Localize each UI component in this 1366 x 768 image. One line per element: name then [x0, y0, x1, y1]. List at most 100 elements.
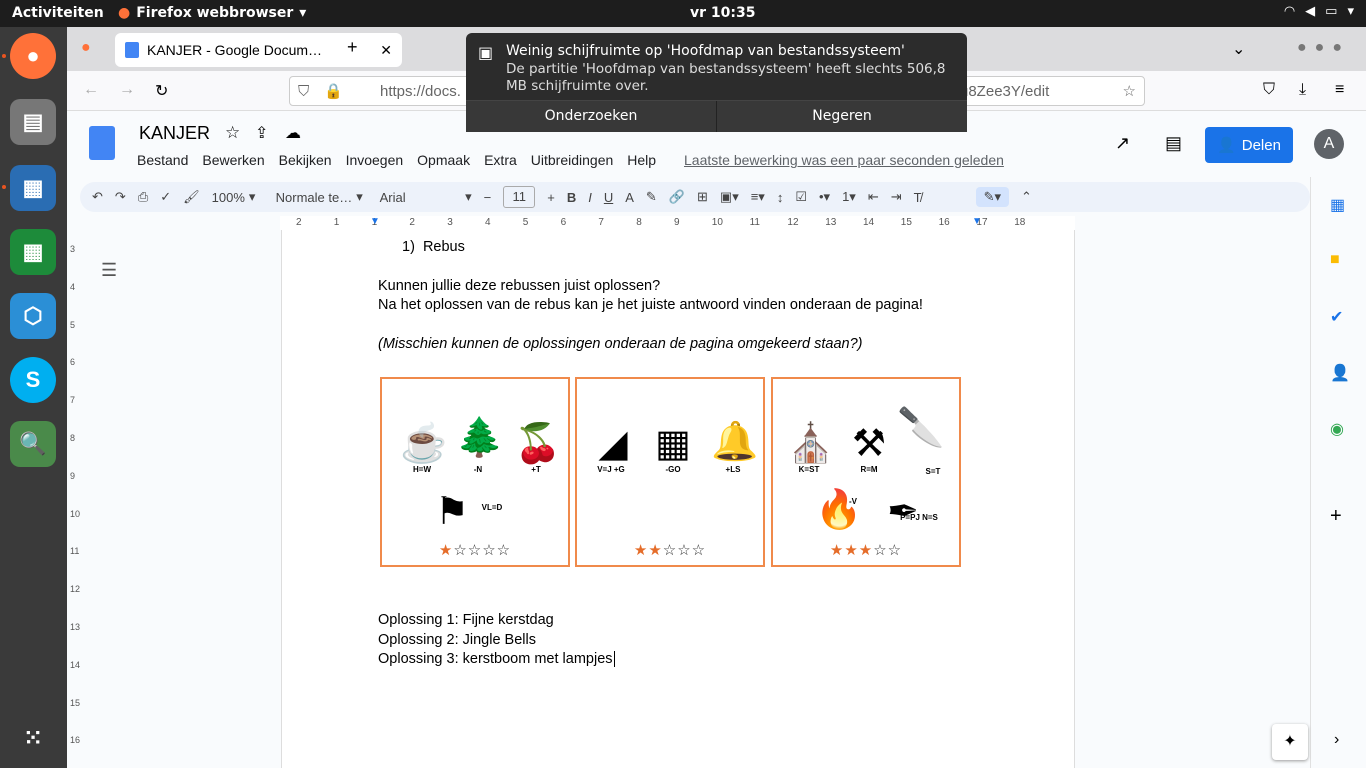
bookmark-star-icon[interactable]: ☆: [1123, 82, 1136, 100]
tasks-icon[interactable]: ✔: [1330, 307, 1343, 327]
investigate-button[interactable]: Onderzoeken: [466, 101, 717, 132]
menu-tools[interactable]: Extra: [484, 152, 517, 168]
difficulty-rating: ★★★☆☆: [773, 541, 959, 559]
menu-view[interactable]: Bekijken: [279, 152, 332, 168]
activities-button[interactable]: Activiteiten: [12, 5, 104, 21]
calc-dock-icon[interactable]: ▦: [10, 229, 56, 275]
formatting-toolbar: ↶ ↷ ⎙ ✓ 🖌 100% ▾ Normale te… ▾ Arial ▾ − 11…: [80, 182, 1310, 212]
move-icon[interactable]: ⇪: [255, 123, 268, 143]
outline-icon[interactable]: ☰: [101, 260, 117, 281]
downloads-icon[interactable]: ⤓: [1299, 81, 1306, 99]
right-indent-marker[interactable]: ▼: [972, 216, 982, 227]
underline-icon[interactable]: U: [604, 190, 613, 205]
increase-indent-icon[interactable]: ⇥: [891, 189, 902, 205]
star-filled-icon: ★: [858, 542, 874, 559]
add-addon-icon[interactable]: +: [1330, 505, 1342, 528]
skype-dock-icon[interactable]: S: [10, 357, 56, 403]
app-dock-icon[interactable]: ⬡: [10, 293, 56, 339]
close-icon[interactable]: ✕: [380, 42, 392, 59]
vertical-ruler[interactable]: 3 4 5 6 7 8 9 10 11 12 13 14 15 16: [67, 230, 82, 768]
impress-dock-icon[interactable]: ▦: [10, 165, 56, 211]
last-edit-link[interactable]: Laatste bewerking was een paar seconden …: [684, 152, 1004, 168]
ignore-button[interactable]: Negeren: [717, 101, 967, 132]
editing-mode-icon[interactable]: ✎▾: [975, 187, 1010, 207]
decrease-size-icon[interactable]: −: [484, 190, 492, 205]
share-button[interactable]: 👤 Delen: [1205, 127, 1293, 163]
undo-icon[interactable]: ↶: [92, 189, 103, 205]
tab-kanjer[interactable]: KANJER - Google Docum… ✕: [115, 33, 402, 67]
doc-title[interactable]: KANJER: [139, 123, 210, 144]
low-disk-notification[interactable]: ▣ Weinig schijfruimte op 'Hoofdmap van b…: [466, 33, 967, 132]
numbered-list-icon[interactable]: 1▾: [842, 189, 856, 205]
zoom-select[interactable]: 100% ▾: [212, 189, 264, 205]
maps-icon[interactable]: ◉: [1330, 419, 1344, 439]
list-item: 1) Rebus: [402, 239, 465, 255]
bold-icon[interactable]: B: [567, 190, 576, 205]
star-filled-icon: ★: [438, 542, 454, 559]
font-select[interactable]: Arial ▾: [380, 189, 472, 205]
chevron-up-icon[interactable]: ⌃: [1021, 189, 1032, 205]
highlight-icon[interactable]: ✎: [646, 189, 657, 205]
comment-icon[interactable]: ⊞: [697, 189, 708, 205]
window-controls[interactable]: ●●●: [1297, 39, 1350, 57]
redo-icon[interactable]: ↷: [115, 189, 126, 205]
font-size-field[interactable]: 11: [503, 186, 536, 208]
decrease-indent-icon[interactable]: ⇤: [868, 189, 879, 205]
clear-formatting-icon[interactable]: T̸: [914, 190, 922, 205]
print-icon[interactable]: ⎙: [138, 189, 148, 205]
keep-icon[interactable]: ■: [1330, 251, 1340, 269]
paint-format-icon[interactable]: 🖌: [183, 189, 200, 205]
star-filled-icon: ★: [829, 542, 845, 559]
italic-icon[interactable]: I: [588, 190, 592, 205]
menu-insert[interactable]: Invoegen: [346, 152, 404, 168]
menu-help[interactable]: Help: [627, 152, 656, 168]
list-tabs-icon[interactable]: ⌄: [1232, 39, 1245, 59]
app-menu[interactable]: ● Firefox webbrowser ▾: [118, 5, 306, 21]
line-spacing-icon[interactable]: ↕: [777, 190, 784, 205]
menu-format[interactable]: Opmaak: [417, 152, 470, 168]
menu-file[interactable]: Bestand: [137, 152, 188, 168]
forward-icon[interactable]: →: [119, 81, 135, 99]
link-icon[interactable]: 🔗: [669, 189, 685, 205]
calendar-icon[interactable]: ▦: [1330, 195, 1345, 215]
files-dock-icon[interactable]: ▤: [10, 99, 56, 145]
bullet-list-icon[interactable]: •▾: [819, 189, 830, 205]
cloud-icon[interactable]: ☁: [285, 123, 301, 143]
system-tray[interactable]: ◠ ◀ ▭ ▾: [1284, 4, 1354, 19]
horizontal-ruler[interactable]: 2 1 1 2 3 4 5 6 7 8 9 10 11 12 13 14 15 16 17 18 ▼ ▼: [280, 216, 1075, 230]
clock[interactable]: vr 10:35: [690, 5, 755, 21]
firefox-dock-icon[interactable]: ●: [10, 33, 56, 79]
rebus-label: V=J +G: [597, 465, 625, 474]
star-icon[interactable]: ☆: [225, 123, 240, 143]
pocket-icon[interactable]: ⛉: [1263, 81, 1275, 99]
firefox-view-icon[interactable]: ●: [81, 39, 91, 57]
text-color-icon[interactable]: A: [625, 190, 634, 205]
ruler-tick-label: 10: [70, 508, 81, 519]
style-select[interactable]: Normale te… ▾: [276, 189, 368, 205]
spellcheck-icon[interactable]: ✓: [160, 189, 171, 205]
expand-panel-icon[interactable]: ›: [1334, 731, 1339, 749]
menu-icon[interactable]: ≡: [1335, 81, 1344, 99]
document-page[interactable]: 1) Rebus Kunnen jullie deze rebussen jui…: [281, 230, 1075, 768]
show-apps-icon[interactable]: ⁙: [10, 715, 56, 761]
menu-extensions[interactable]: Uitbreidingen: [531, 152, 614, 168]
explore-icon[interactable]: ✦: [1272, 724, 1308, 760]
activity-icon[interactable]: ↗: [1115, 133, 1130, 154]
checklist-icon[interactable]: ☑: [795, 189, 807, 205]
new-tab-button[interactable]: +: [347, 37, 358, 58]
reload-icon[interactable]: ↻: [155, 81, 168, 101]
image-icon[interactable]: ▣▾: [720, 189, 739, 205]
person-icon: 👤: [1217, 137, 1236, 154]
image-viewer-dock-icon[interactable]: 🔍: [10, 421, 56, 467]
align-icon[interactable]: ≡▾: [751, 189, 765, 205]
knife-icon: 🔪: [897, 407, 945, 449]
menu-edit[interactable]: Bewerken: [202, 152, 264, 168]
avatar[interactable]: A: [1314, 129, 1344, 159]
back-icon[interactable]: ←: [83, 81, 99, 99]
contacts-icon[interactable]: 👤: [1330, 363, 1350, 383]
docs-logo-icon[interactable]: [89, 126, 115, 160]
increase-size-icon[interactable]: +: [547, 190, 555, 205]
left-indent-marker[interactable]: ▼: [370, 216, 380, 227]
comments-icon[interactable]: ▤: [1165, 133, 1182, 154]
rebus-card-3: ⛪ K=ST ⚒ R=M 🔪 S=T 🔥 -V ✒ P=PJ N=S ★★★☆☆: [771, 377, 961, 567]
